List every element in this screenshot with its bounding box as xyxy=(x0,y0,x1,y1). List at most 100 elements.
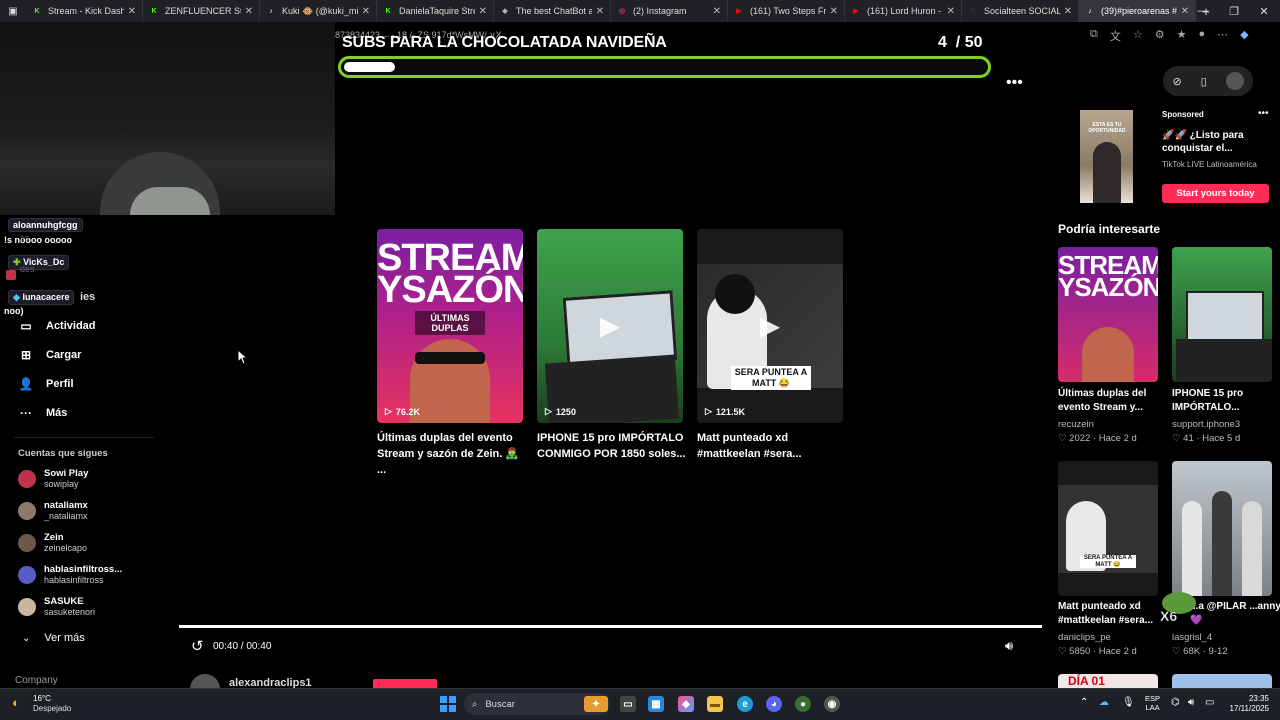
nav-more[interactable]: ··· Más xyxy=(18,405,67,421)
recommended-video-title[interactable]: Últimas duplas del evento Stream y... xyxy=(1058,387,1163,415)
recommended-thumbnail[interactable]: DÍA 01 xyxy=(1058,674,1158,688)
discord-icon[interactable]: ◕ xyxy=(766,696,782,712)
replay-icon[interactable]: ↺ xyxy=(191,637,204,655)
weather-sun-icon[interactable]: ◐ xyxy=(12,695,20,710)
nav-upload[interactable]: ⊞ Cargar xyxy=(18,347,82,363)
close-tab-icon[interactable]: ✕ xyxy=(479,6,487,17)
favorites-icon[interactable]: ★ xyxy=(1177,28,1187,44)
translate-icon[interactable]: 文 xyxy=(1110,28,1121,44)
close-tab-icon[interactable]: ✕ xyxy=(713,6,721,17)
taskbar-clock[interactable]: 23:35 17/11/2025 xyxy=(1227,694,1269,714)
tab-title: ZENFLUENCER Stre xyxy=(165,6,241,16)
close-tab-icon[interactable]: ✕ xyxy=(947,6,955,17)
phone-icon[interactable]: ▯ xyxy=(1201,75,1207,88)
copilot-app-icon[interactable]: ◆ xyxy=(678,696,694,712)
search-highlight-icon[interactable]: ✦ xyxy=(584,696,608,712)
browser-tab[interactable]: ▶ (161) Two Steps Fro ✕ xyxy=(728,0,845,22)
video-progress-bar[interactable] xyxy=(179,625,1042,628)
browser-menu-icon[interactable]: ⋯ xyxy=(1217,28,1228,44)
recommended-author[interactable]: recuzein xyxy=(1058,419,1094,430)
recommended-thumbnail[interactable] xyxy=(1172,461,1272,596)
browser-tab[interactable]: S Socialteen SOCIALT ✕ xyxy=(962,0,1079,22)
close-window-button[interactable]: ✕ xyxy=(1246,0,1280,22)
browser-tab[interactable]: ♪ Kuki 🐵 (@kuki_mi ✕ xyxy=(260,0,377,22)
close-tab-icon[interactable]: ✕ xyxy=(596,6,604,17)
recommended-thumbnail[interactable]: STREAM YSAZÓN xyxy=(1058,247,1158,382)
followed-account[interactable]: hablasinfiltross... hablasinfiltross xyxy=(18,564,122,586)
nav-activity[interactable]: ▭ Actividad xyxy=(18,318,95,334)
followed-account[interactable]: SASUKE sasuketenori xyxy=(18,596,95,618)
close-tab-icon[interactable]: ✕ xyxy=(128,6,136,17)
copilot-icon[interactable]: ◆ xyxy=(1240,28,1248,44)
store-icon[interactable]: ▦ xyxy=(648,696,664,712)
browser-tab[interactable]: K ZENFLUENCER Stre ✕ xyxy=(143,0,260,22)
windows-start-icon[interactable] xyxy=(440,696,456,712)
recommended-thumbnail[interactable] xyxy=(1172,247,1272,382)
recommended-video-title[interactable]: IPHONE 15 pro IMPÓRTALO... xyxy=(1172,387,1277,415)
thumb-sunglasses xyxy=(415,352,485,364)
browser-tab[interactable]: ♪ (39)#pieroarenas # ✕ xyxy=(1079,0,1196,22)
recommended-video-title[interactable]: ...a @PILAR ...anny 💜 xyxy=(1190,600,1280,628)
video-title[interactable]: Matt punteado xd #mattkeelan #sera... xyxy=(697,430,847,462)
bookmark-star-icon[interactable]: ☆ xyxy=(1133,28,1143,44)
recommended-author[interactable]: lasgrisl_4 xyxy=(1172,632,1212,643)
nav-profile[interactable]: 👤 Perfil xyxy=(18,376,74,392)
video-card[interactable]: ▶ ▷ 1250 xyxy=(537,229,683,423)
recommended-author[interactable]: daniclips_pe xyxy=(1058,632,1111,643)
followed-account[interactable]: Zein zeinelcapo xyxy=(18,532,87,554)
mic-icon[interactable]: 🎙︎ xyxy=(1122,697,1135,708)
edge-icon[interactable]: e xyxy=(737,696,753,712)
account-name: Zein xyxy=(44,532,64,543)
close-tab-icon[interactable]: ✕ xyxy=(1064,6,1072,17)
open-in-app-icon[interactable]: ⧉ xyxy=(1090,28,1098,44)
start-yours-today-button[interactable]: Start yours today xyxy=(1162,184,1269,203)
compass-icon[interactable]: ⊘ xyxy=(1172,75,1181,88)
app-icon[interactable]: ● xyxy=(795,696,811,712)
recommended-author[interactable]: support.iphone3 xyxy=(1172,419,1240,430)
browser-tab[interactable]: ◈ The best ChatBot ai ✕ xyxy=(494,0,611,22)
language-indicator[interactable]: ESP LAA xyxy=(1145,694,1160,712)
weather-desc[interactable]: Despejado xyxy=(33,704,71,713)
browser-tab[interactable]: K Stream - Kick Dashb ✕ xyxy=(26,0,143,22)
video-title[interactable]: Últimas duplas del evento Stream y sazón… xyxy=(377,430,527,478)
close-tab-icon[interactable]: ✕ xyxy=(245,6,253,17)
task-view-icon[interactable]: ▭ xyxy=(620,696,636,712)
video-card[interactable]: SERA PUNTEA A MATT 😂 ▶ ▷ 121.5K xyxy=(697,229,843,423)
more-options-icon[interactable]: ••• xyxy=(1006,74,1023,92)
network-icon[interactable]: ⌬ xyxy=(1171,697,1180,708)
recommended-thumbnail[interactable]: SERA PUNTEA A MATT 😂 xyxy=(1058,461,1158,596)
close-tab-icon[interactable]: ✕ xyxy=(362,6,370,17)
battery-icon[interactable]: ▭ xyxy=(1205,697,1214,708)
browser-tab[interactable]: ◎ (2) Instagram ✕ xyxy=(611,0,728,22)
tray-chevron-icon[interactable]: ⌃ xyxy=(1080,697,1088,708)
weather-temp[interactable]: 16°C xyxy=(33,694,51,703)
volume-tray-icon[interactable]: 🔊︎ xyxy=(1188,697,1194,708)
followed-account[interactable]: nataliamx _nataliamx xyxy=(18,500,88,522)
onedrive-icon[interactable]: ☁ xyxy=(1099,697,1109,708)
sponsor-thumbnail[interactable]: ESTA ES TU OPORTUNIDAD xyxy=(1080,110,1133,203)
close-tab-icon[interactable]: ✕ xyxy=(830,6,838,17)
video-title[interactable]: IPHONE 15 pro IMPÓRTALO CONMIGO POR 1850… xyxy=(537,430,687,462)
video-card[interactable]: STREAM YSAZÓN ÚLTIMAS DUPLAS ▷ 76.2K xyxy=(377,229,523,423)
sponsor-title[interactable]: 🚀🚀 ¿Listo para conquistar el... xyxy=(1162,129,1272,155)
sponsor-more-icon[interactable]: ••• xyxy=(1258,108,1269,119)
tab-actions-icon[interactable]: ▣ xyxy=(0,0,26,22)
profile-avatar-icon[interactable]: ● xyxy=(1198,28,1205,44)
extensions-icon[interactable]: ⚙ xyxy=(1155,28,1165,44)
browser-tab[interactable]: K DanielaTaquire Stre ✕ xyxy=(377,0,494,22)
recommended-thumbnail[interactable] xyxy=(1172,674,1272,688)
obs-icon[interactable]: ◉ xyxy=(824,696,840,712)
recommended-video-title[interactable]: Matt punteado xd #mattkeelan #sera... xyxy=(1058,600,1163,628)
recommended-meta: ♡ 68K · 9-12 xyxy=(1172,646,1228,657)
thumb-head xyxy=(715,274,755,314)
play-icon: ▷ xyxy=(385,406,392,416)
user-avatar-icon[interactable] xyxy=(1225,72,1244,90)
file-explorer-icon[interactable]: ▬ xyxy=(707,696,723,712)
tab-title: DanielaTaquire Stre xyxy=(399,6,475,16)
tab-title: (39)#pieroarenas # xyxy=(1101,6,1177,16)
followed-account[interactable]: Sowi Play sowiplay xyxy=(18,468,88,490)
browser-tab[interactable]: ▶ (161) Lord Huron - ✕ xyxy=(845,0,962,22)
volume-icon[interactable]: 🔊︎ xyxy=(1005,638,1013,654)
company-link[interactable]: Company xyxy=(15,675,58,686)
see-more-button[interactable]: ⌄ Ver más xyxy=(22,632,85,644)
